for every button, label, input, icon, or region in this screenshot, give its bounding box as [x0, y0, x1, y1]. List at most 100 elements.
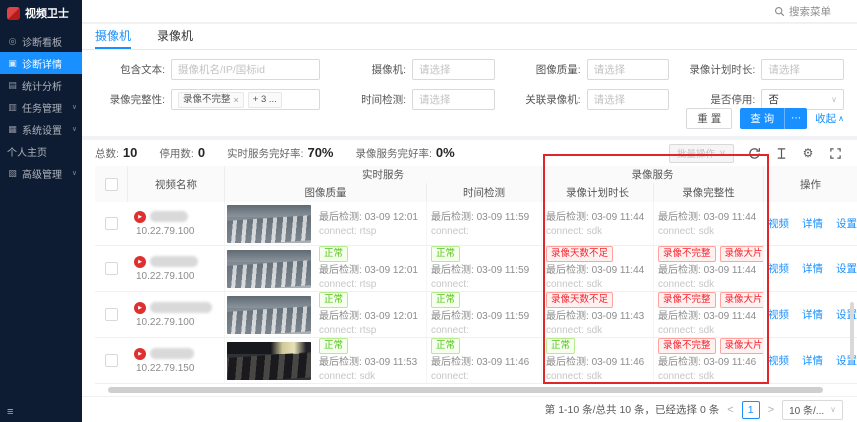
- more-tags-badge[interactable]: + 3 ...: [248, 92, 282, 108]
- refresh-icon[interactable]: [747, 146, 761, 160]
- row-checkbox[interactable]: [105, 262, 118, 275]
- connect-type: connect: sdk: [546, 370, 644, 384]
- settings-link[interactable]: 设置: [836, 261, 857, 276]
- camera-snapshot-thumbnail[interactable]: [227, 205, 311, 243]
- sidebar-item-statistics[interactable]: ▤ 统计分析: [0, 74, 82, 96]
- row-checkbox[interactable]: [105, 308, 118, 321]
- row-checkbox[interactable]: [105, 354, 118, 367]
- camera-select[interactable]: 请选择: [412, 59, 495, 80]
- status-tag: 正常: [546, 338, 575, 354]
- recorder-select[interactable]: 请选择: [587, 89, 670, 110]
- page-number-button[interactable]: 1: [742, 401, 760, 419]
- video-link[interactable]: 视频: [768, 307, 789, 322]
- last-check: 最后检测: 03-09 11:46: [658, 356, 763, 370]
- header-time-check: 时间检测: [427, 183, 542, 202]
- time-check-info: 正常 最后检测: 03-09 11:59 connect:: [431, 246, 529, 291]
- field-time-check: 时间检测: 请选择: [336, 89, 495, 110]
- camera-snapshot-thumbnail[interactable]: [227, 296, 311, 334]
- connect-label: connect:: [431, 371, 469, 382]
- last-check: 最后检测: 03-09 12:01: [319, 211, 418, 225]
- video-link[interactable]: 视频: [768, 216, 789, 231]
- connect-value: rtsp: [360, 226, 377, 237]
- time-check-info: 最后检测: 03-09 11:59 connect:: [431, 209, 529, 239]
- tab-recorder[interactable]: 录像机: [157, 27, 193, 49]
- last-check: 最后检测: 03-09 11:44: [658, 310, 763, 324]
- select-placeholder: 请选择: [419, 62, 451, 77]
- last-check-label: 最后检测:: [319, 357, 362, 368]
- connect-type: connect:: [431, 278, 529, 292]
- stat-disabled-count: 停用数:0: [159, 145, 205, 161]
- last-check-time: 03-09 11:46: [477, 357, 530, 368]
- column-settings-gear-icon[interactable]: ⚙: [801, 146, 815, 160]
- header-group-recording-service: 录像服务: [542, 166, 764, 183]
- app-logo-icon: [7, 7, 20, 20]
- query-button[interactable]: 查 询: [740, 108, 785, 129]
- connect-value: sdk: [699, 371, 715, 382]
- details-link[interactable]: 详情: [802, 216, 823, 231]
- last-check-time: 03-09 11:59: [477, 212, 530, 223]
- prev-page-button[interactable]: <: [727, 404, 733, 416]
- integrity-select[interactable]: 录像不完整× + 3 ...: [171, 89, 320, 110]
- contains-text-input[interactable]: [171, 59, 320, 80]
- table-header: 视频名称 实时服务 录像服务 操作 图像质量 时间检测 录像计划时长 录像完整性: [95, 166, 857, 202]
- page-size-select[interactable]: 10 条/... ∨: [782, 400, 843, 420]
- reset-button[interactable]: 重 置: [686, 108, 732, 129]
- search-menu[interactable]: 搜索菜单: [774, 4, 831, 19]
- advanced-icon: ▧: [7, 168, 18, 179]
- field-label: 图像质量:: [511, 62, 587, 77]
- sidebar-item-personal-home[interactable]: 个人主页: [0, 140, 82, 162]
- camera-ip: 10.22.79.150: [134, 363, 194, 374]
- vertical-scrollbar[interactable]: [850, 302, 854, 360]
- next-page-button[interactable]: >: [768, 404, 774, 416]
- select-all-checkbox[interactable]: [105, 178, 118, 191]
- status-tag: 录像不完整: [658, 338, 716, 354]
- row-select-cell: [95, 338, 128, 383]
- sidebar-item-diagnosis-board[interactable]: ◎ 诊断看板: [0, 30, 82, 52]
- video-link[interactable]: 视频: [768, 261, 789, 276]
- close-icon[interactable]: ×: [234, 93, 239, 107]
- stat-value: 0: [198, 145, 205, 160]
- status-tags: 正常: [546, 338, 644, 354]
- query-more-button[interactable]: ⋯: [785, 108, 807, 129]
- time-check-select[interactable]: 请选择: [412, 89, 495, 110]
- plan-duration-select[interactable]: 请选择: [761, 59, 844, 80]
- operations-cell: 视频 详情 设置: [764, 202, 857, 245]
- camera-snapshot-thumbnail[interactable]: [227, 342, 311, 380]
- sidebar-collapse-icon[interactable]: ≡: [7, 406, 13, 418]
- video-link[interactable]: 视频: [768, 353, 789, 368]
- sidebar-item-diagnosis-details[interactable]: ▣ 诊断详情: [0, 52, 82, 74]
- connect-type: connect: rtsp: [319, 324, 418, 338]
- batch-operations-button[interactable]: 批量操作 ∨: [669, 144, 734, 163]
- details-link[interactable]: 详情: [802, 353, 823, 368]
- camera-snapshot-thumbnail[interactable]: [227, 250, 311, 288]
- query-button-group: 查 询 ⋯: [740, 108, 807, 129]
- collapse-filters-link[interactable]: 收起 ∧: [815, 111, 844, 126]
- details-link[interactable]: 详情: [802, 307, 823, 322]
- sidebar-item-advanced-management[interactable]: ▧ 高级管理 ∨: [0, 162, 82, 184]
- camera-name-redacted: [150, 211, 188, 222]
- connect-label: connect:: [658, 325, 696, 336]
- page-size-value: 10 条/...: [789, 402, 824, 417]
- image-quality-cell: 正常 最后检测: 03-09 11:53 connect: sdk: [225, 338, 427, 383]
- last-check: 最后检测: 03-09 11:46: [546, 356, 644, 370]
- settings-link[interactable]: 设置: [836, 216, 857, 231]
- status-tags: 正常: [431, 292, 529, 308]
- details-link[interactable]: 详情: [802, 261, 823, 276]
- sidebar-item-label: 系统设置: [22, 122, 62, 137]
- horizontal-scrollbar[interactable]: [108, 387, 823, 393]
- recording-integrity-info: 录像不完整 录像大片丢失 最后检测: 03-09 11:44 connect: …: [658, 292, 763, 337]
- camera-error-badge-icon: ▶: [134, 302, 146, 314]
- fullscreen-icon[interactable]: [828, 146, 842, 160]
- select-value: 否: [768, 92, 779, 107]
- sidebar-item-task-management[interactable]: ▥ 任务管理 ∨: [0, 96, 82, 118]
- field-recorder: 关联录像机: 请选择: [511, 89, 670, 110]
- sidebar-item-system-settings[interactable]: ▦ 系统设置 ∨: [0, 118, 82, 140]
- row-checkbox[interactable]: [105, 217, 118, 230]
- stat-value: 70%: [307, 145, 333, 160]
- connect-label: connect:: [546, 226, 584, 237]
- row-height-icon[interactable]: [774, 146, 788, 160]
- tab-camera[interactable]: 摄像机: [95, 27, 131, 49]
- disabled-select[interactable]: 否 ∨: [761, 89, 844, 110]
- image-quality-select[interactable]: 请选择: [587, 59, 670, 80]
- chevron-up-icon: ∧: [838, 114, 844, 123]
